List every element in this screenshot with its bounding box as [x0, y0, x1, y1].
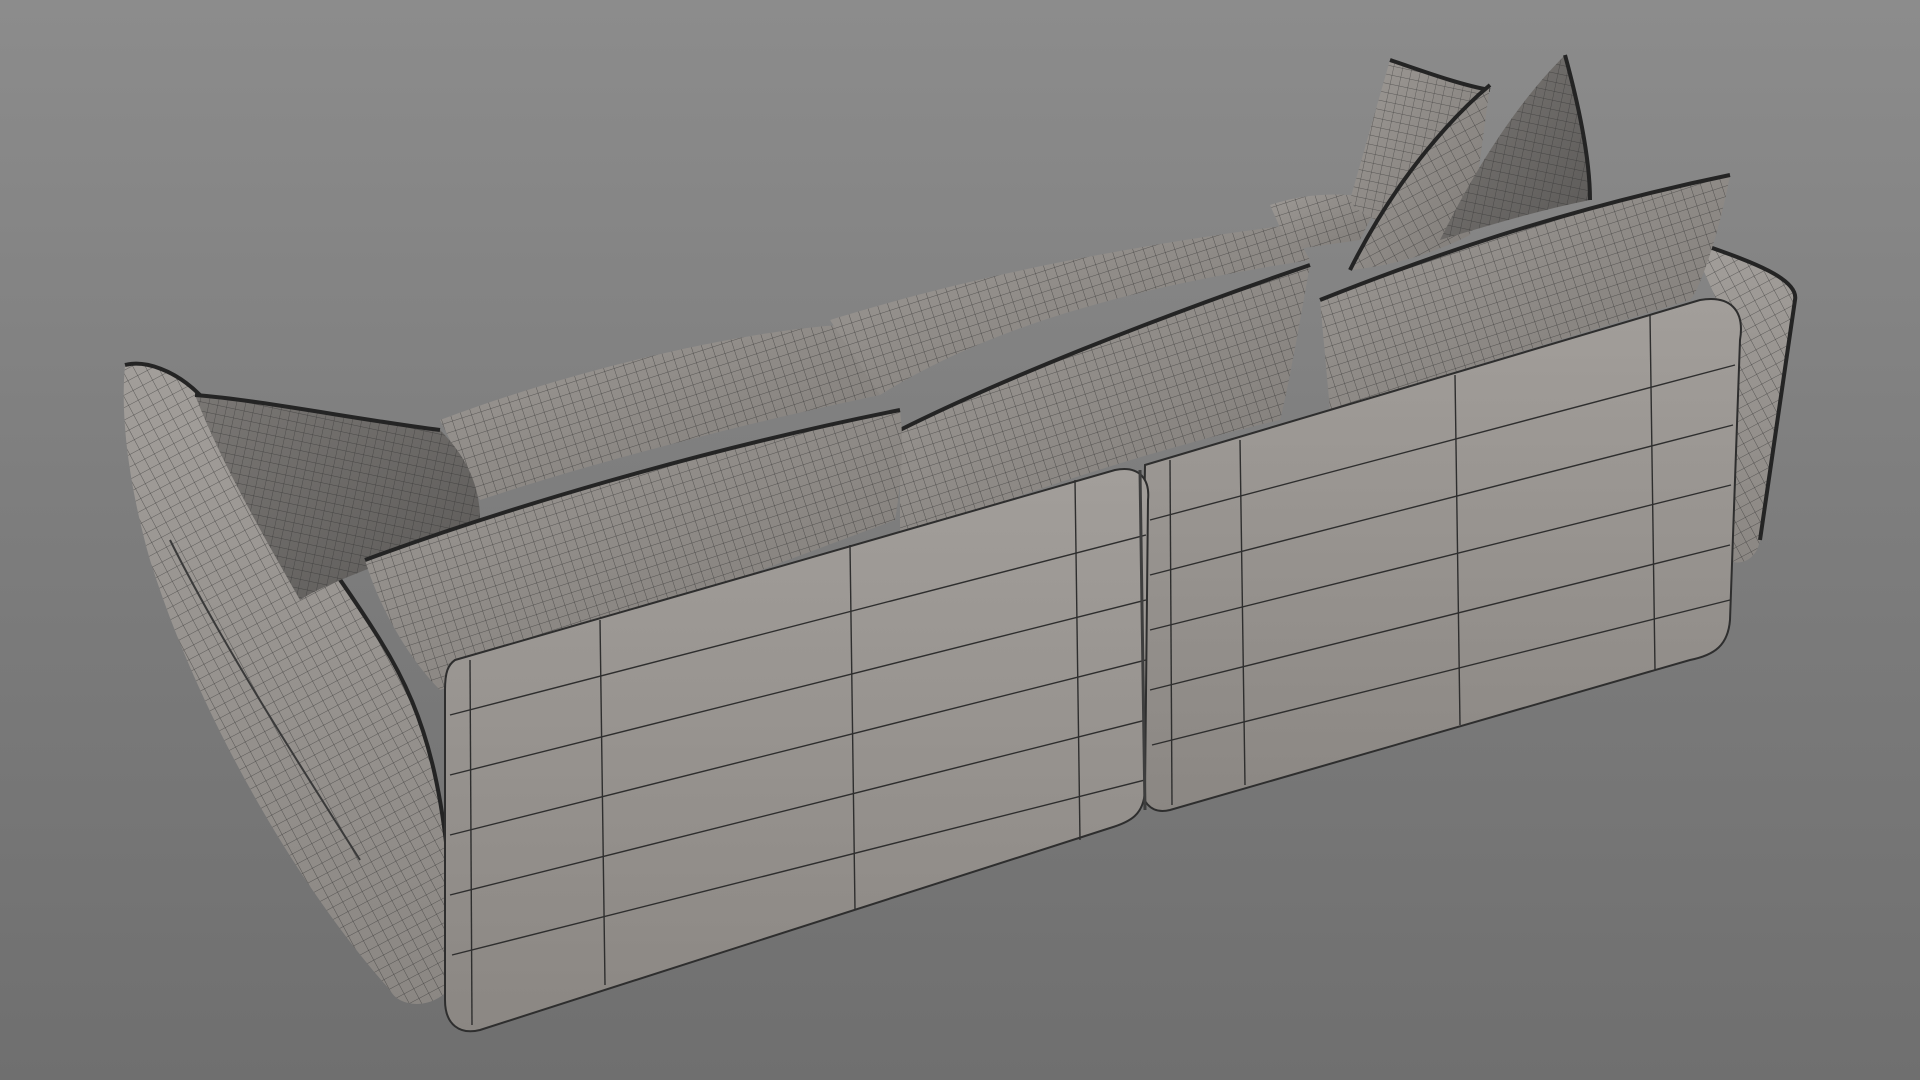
sofa-render	[123, 54, 1798, 1033]
3d-viewport[interactable]	[0, 0, 1920, 1080]
